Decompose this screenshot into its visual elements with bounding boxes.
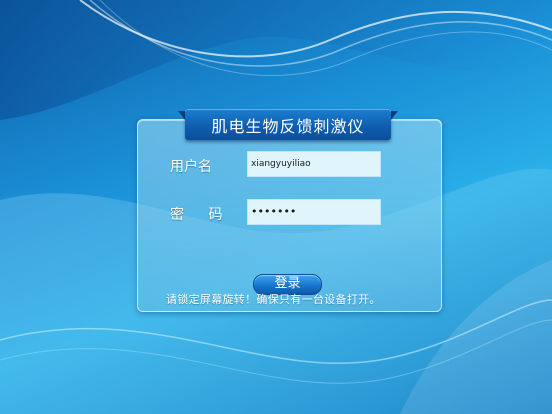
ribbon-fold-right (390, 111, 398, 121)
password-label: 密 码 (170, 207, 233, 223)
app-title: 肌电生物反馈刺激仪 (185, 109, 391, 140)
username-field[interactable]: xiangyuyiliao (247, 151, 381, 177)
username-label: 用户名 (170, 159, 212, 175)
rotation-lock-notice: 请锁定屏幕旋转！确保只有一台设备打开。 (166, 293, 381, 306)
password-field[interactable]: ••••••• (247, 199, 381, 225)
